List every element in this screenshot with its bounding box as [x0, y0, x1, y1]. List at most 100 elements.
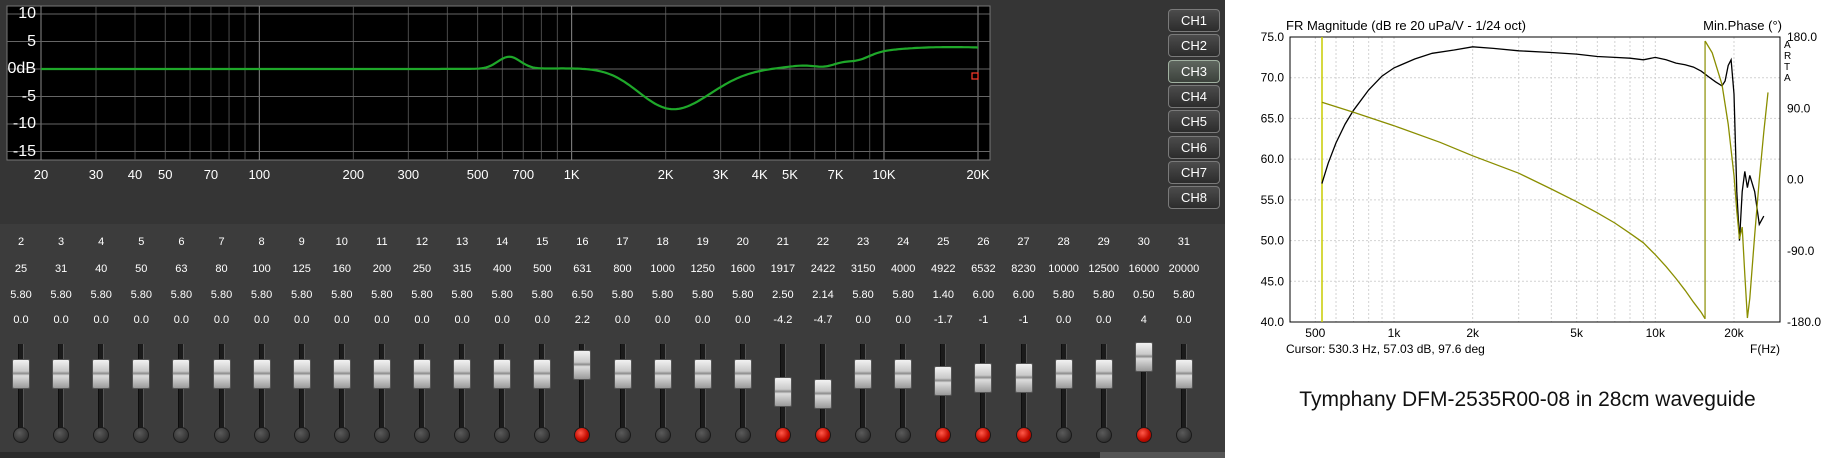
band-number: 18 — [656, 236, 669, 248]
band-slider-thumb[interactable] — [292, 359, 311, 389]
band-enable-button[interactable] — [93, 427, 110, 443]
band-enable-button[interactable] — [895, 427, 912, 443]
band-frequency: 100 — [252, 263, 271, 275]
channel-button-ch7[interactable]: CH7 — [1168, 160, 1220, 184]
band-enable-button[interactable] — [774, 427, 791, 443]
band-q: 5.80 — [1173, 289, 1195, 301]
band-strip-15: 15 500 5.80 0.0 — [522, 224, 562, 458]
band-gain: 0.0 — [13, 314, 29, 326]
band-enable-button[interactable] — [373, 427, 390, 443]
eq-y-tick-label: 0dB — [7, 60, 36, 77]
band-frequency: 4000 — [890, 263, 916, 275]
band-enable-button[interactable] — [534, 427, 551, 443]
band-gain: 0.0 — [614, 314, 631, 326]
band-slider-thumb[interactable] — [533, 359, 552, 389]
eq-scrollbar-thumb[interactable] — [1100, 452, 1225, 458]
band-slider-thumb[interactable] — [613, 359, 632, 389]
band-slider-thumb[interactable] — [372, 359, 391, 389]
band-frequency: 631 — [573, 263, 592, 275]
band-slider-thumb[interactable] — [733, 359, 752, 389]
channel-button-ch5[interactable]: CH5 — [1168, 110, 1220, 134]
channel-button-ch4[interactable]: CH4 — [1168, 84, 1220, 108]
band-q: 5.80 — [1092, 289, 1115, 301]
band-enable-button[interactable] — [654, 427, 671, 443]
band-gain: 0.0 — [294, 314, 310, 326]
band-slider-thumb[interactable] — [453, 359, 472, 389]
band-number: 29 — [1097, 236, 1110, 248]
band-slider-thumb[interactable] — [1054, 359, 1073, 389]
band-strip-23: 23 3150 5.80 0.0 — [843, 224, 883, 458]
band-slider-thumb[interactable] — [332, 359, 351, 389]
band-slider-thumb[interactable] — [172, 359, 191, 389]
band-enable-button[interactable] — [935, 427, 952, 443]
band-frequency: 4922 — [931, 263, 956, 275]
band-enable-button[interactable] — [53, 427, 70, 443]
band-enable-button[interactable] — [614, 427, 631, 443]
band-slider-thumb[interactable] — [773, 376, 792, 407]
channel-button-ch1[interactable]: CH1 — [1168, 9, 1220, 32]
band-enable-button[interactable] — [734, 427, 751, 443]
band-slider-thumb[interactable] — [814, 378, 832, 409]
band-enable-button[interactable] — [855, 427, 872, 443]
band-enable-button[interactable] — [293, 427, 310, 443]
band-enable-button[interactable] — [1175, 427, 1192, 443]
band-slider-thumb[interactable] — [493, 359, 512, 389]
band-frequency: 315 — [452, 263, 472, 275]
arta-y-tick-label: 65.0 — [1261, 111, 1285, 125]
channel-button-ch3[interactable]: CH3 — [1168, 59, 1220, 83]
band-slider-thumb[interactable] — [573, 349, 592, 380]
band-enable-button[interactable] — [333, 427, 350, 443]
band-slider-thumb[interactable] — [413, 359, 431, 389]
band-gain: 4 — [1140, 314, 1147, 326]
band-enable-button[interactable] — [213, 427, 230, 443]
band-enable-button[interactable] — [173, 427, 190, 443]
band-slider-thumb[interactable] — [92, 359, 111, 389]
eq-graph-panel: 10 5 0dB -5 -10 -15 20 30 40 50 70 100 200 300 500 700… — [0, 0, 1225, 224]
band-slider-thumb[interactable] — [653, 359, 672, 389]
band-q: 5.80 — [651, 289, 674, 301]
channel-button-ch2[interactable]: CH2 — [1168, 34, 1220, 58]
band-slider-thumb[interactable] — [1094, 359, 1113, 389]
band-slider-thumb[interactable] — [212, 359, 231, 389]
band-slider-thumb[interactable] — [252, 359, 271, 389]
band-slider-thumb[interactable] — [132, 359, 151, 389]
band-strip-9: 9 125 5.80 0.0 — [282, 224, 322, 458]
band-enable-button[interactable] — [975, 427, 992, 443]
channel-button-ch6[interactable]: CH6 — [1168, 135, 1220, 159]
arta-y-right-tick-label: 0.0 — [1787, 173, 1804, 187]
band-slider-thumb[interactable] — [1014, 363, 1033, 394]
band-slider-thumb[interactable] — [12, 359, 30, 389]
arta-brand-letter: R — [1784, 51, 1791, 62]
band-enable-button[interactable] — [1055, 427, 1072, 443]
band-slider-thumb[interactable] — [934, 366, 953, 397]
arta-x-tick-label: 10k — [1646, 326, 1666, 340]
band-slider-thumb[interactable] — [1174, 359, 1193, 389]
band-enable-button[interactable] — [253, 427, 270, 443]
band-enable-button[interactable] — [494, 427, 511, 443]
eq-scrollbar[interactable] — [0, 452, 1225, 458]
band-number: 15 — [536, 236, 549, 248]
band-enable-button[interactable] — [1135, 427, 1152, 443]
band-slider-thumb[interactable] — [693, 359, 712, 389]
band-slider-thumb[interactable] — [974, 363, 993, 394]
arta-x-tick-label: 2k — [1466, 326, 1480, 340]
band-slider-thumb[interactable] — [52, 359, 71, 389]
eq-response-plot[interactable] — [0, 0, 1225, 224]
band-enable-button[interactable] — [694, 427, 711, 443]
band-enable-button[interactable] — [13, 427, 29, 443]
band-slider-thumb[interactable] — [894, 359, 913, 389]
band-number: 13 — [455, 236, 469, 248]
band-slider-thumb[interactable] — [854, 359, 873, 389]
band-gain: 0.0 — [654, 314, 671, 326]
band-enable-button[interactable] — [1095, 427, 1112, 443]
band-gain: 0.0 — [1096, 314, 1112, 326]
channel-button-ch8[interactable]: CH8 — [1168, 186, 1220, 210]
band-enable-button[interactable] — [414, 427, 430, 443]
band-enable-button[interactable] — [1015, 427, 1032, 443]
band-enable-button[interactable] — [815, 427, 831, 443]
band-enable-button[interactable] — [454, 427, 471, 443]
band-frequency: 1250 — [690, 263, 715, 275]
band-enable-button[interactable] — [133, 427, 150, 443]
band-slider-thumb[interactable] — [1134, 342, 1153, 373]
band-enable-button[interactable] — [574, 427, 591, 443]
